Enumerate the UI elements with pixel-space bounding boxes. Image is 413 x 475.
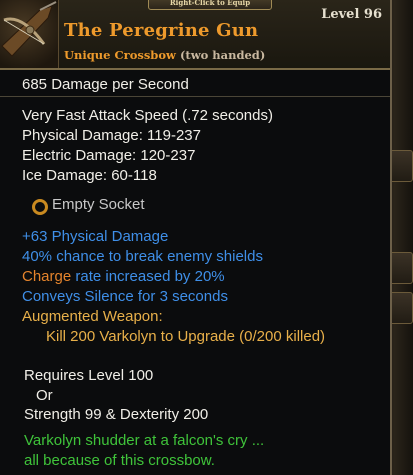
game-screen: Right-Click to Equip The Peregrine Gun U… [0,0,413,475]
physical-damage: Physical Damage: 119-237 [22,127,201,144]
charge-keyword: Charge [22,268,72,285]
right-click-equip-tab: Right-Click to Equip [148,0,272,10]
crossbow-icon [0,0,59,68]
attack-speed: Very Fast Attack Speed (.72 seconds) [22,107,273,124]
affix-break-shields: 40% chance to break enemy shields [22,248,263,265]
flavor-text-line-2: all because of this crossbow. [24,452,215,469]
augmented-weapon-label: Augmented Weapon: [22,308,163,325]
tooltip-header: Right-Click to Equip The Peregrine Gun U… [0,0,390,70]
item-hands-label: (two handed) [179,48,266,62]
electric-damage: Electric Damage: 120-237 [22,147,196,164]
item-level: Level 96 [321,7,382,22]
requires-level: Requires Level 100 [24,367,154,384]
item-type: Unique Crossbow (two handed) [64,48,265,62]
flavor-text-line-1: Varkolyn shudder at a falcon's cry ... [24,432,265,449]
empty-socket-label: Empty Socket [52,196,145,213]
requirement-or: Or [36,387,53,404]
upgrade-progress: Kill 200 Varkolyn to Upgrade (0/200 kill… [46,328,326,345]
requires-stats: Strength 99 & Dexterity 200 [24,406,209,423]
affix-charge-rate: Charge rate increased by 20% [22,268,225,285]
dps-text: 685 Damage per Second [22,76,189,93]
item-tooltip: Right-Click to Equip The Peregrine Gun U… [0,0,392,475]
dps-value: 685 [22,76,48,93]
affix-physical-damage: +63 Physical Damage [22,228,169,245]
affix-silence: Conveys Silence for 3 seconds [22,288,228,305]
charge-rate-text: rate increased by 20% [71,268,225,285]
ice-damage: Ice Damage: 60-118 [22,167,157,184]
dps-row: 685 Damage per Second [0,70,390,97]
item-name: The Peregrine Gun [64,20,259,41]
dps-label: Damage per Second [51,76,189,93]
empty-socket-icon [32,199,48,215]
item-type-label: Unique Crossbow [64,48,176,62]
